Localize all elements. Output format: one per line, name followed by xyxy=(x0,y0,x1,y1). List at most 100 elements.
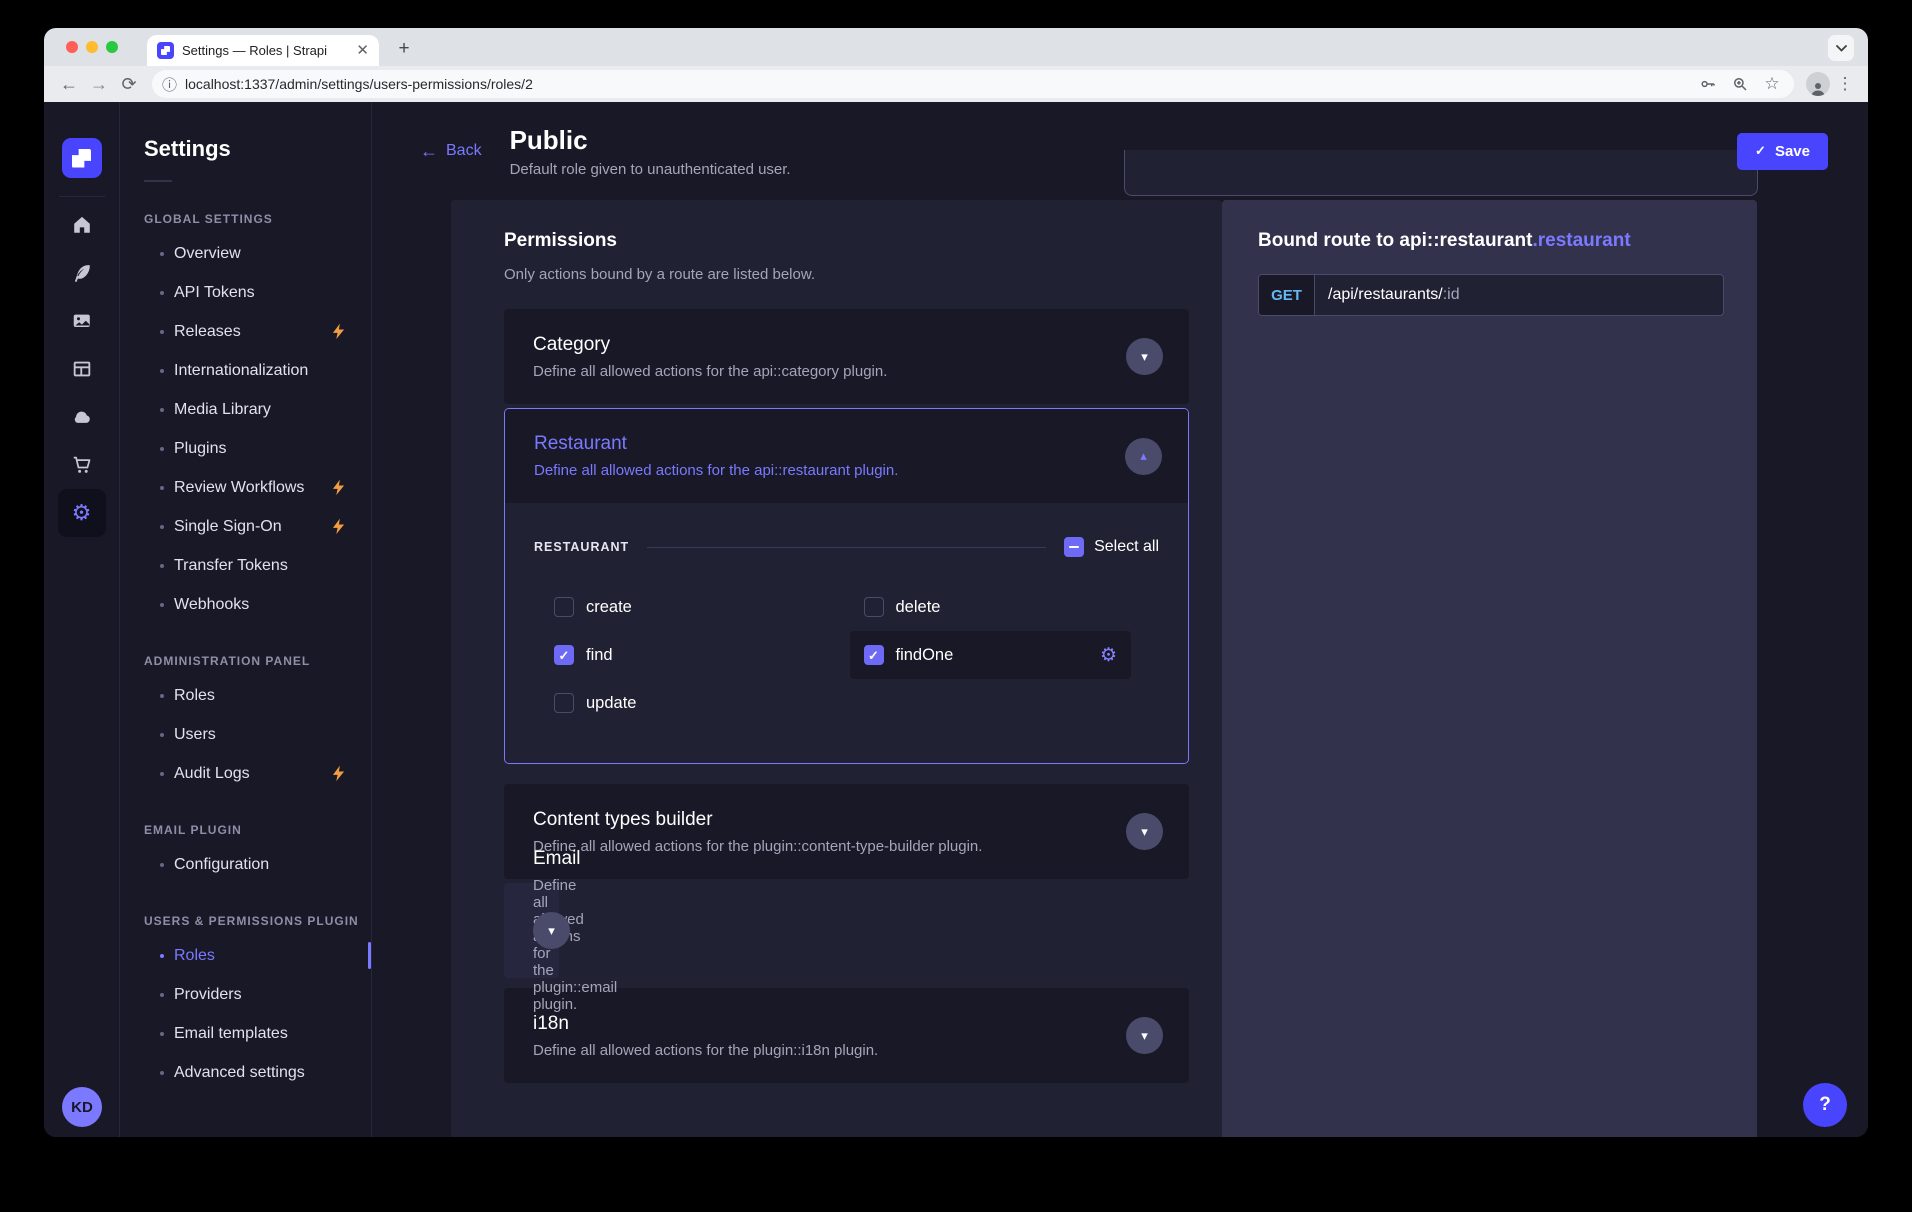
content-columns: Permissions Only actions bound by a rout… xyxy=(372,200,1868,1137)
accordion-description: Define all allowed actions for the plugi… xyxy=(533,1042,1126,1059)
permissions-subtitle: Only actions bound by a route are listed… xyxy=(504,266,1189,283)
sidebar-item-providers[interactable]: Providers xyxy=(120,975,371,1014)
sidebar-item-plugins[interactable]: Plugins xyxy=(120,429,371,468)
sidebar-item-audit-logs[interactable]: Audit Logs xyxy=(120,754,371,793)
sidebar-item-label: Advanced settings xyxy=(174,1064,305,1082)
accordion-content-types-builder[interactable]: Content types builderDefine all allowed … xyxy=(504,784,1189,879)
sidebar-item-label: Roles xyxy=(174,687,215,705)
page-title: Public xyxy=(510,125,791,156)
expand-chevron-down-icon[interactable]: ▾ xyxy=(533,912,570,949)
checkbox-findone[interactable]: ✓ xyxy=(864,645,884,665)
sidebar-item-webhooks[interactable]: Webhooks xyxy=(120,585,371,624)
section-label-global-settings: GLOBAL SETTINGS xyxy=(120,212,371,226)
back-nav-icon[interactable]: ← xyxy=(56,71,82,97)
accordion-email[interactable]: EmailDefine all allowed actions for the … xyxy=(504,883,559,978)
sidebar-item-roles[interactable]: Roles xyxy=(120,676,371,715)
bullet-dot-icon xyxy=(160,1032,164,1036)
help-button[interactable]: ? xyxy=(1803,1083,1847,1127)
expand-chevron-down-icon[interactable]: ▾ xyxy=(1126,813,1163,850)
route-path-text: /api/restaurants/ xyxy=(1328,286,1443,304)
close-window-button[interactable] xyxy=(66,41,78,53)
sidebar-item-label: Roles xyxy=(174,947,215,965)
sidebar-item-advanced-settings[interactable]: Advanced settings xyxy=(120,1053,371,1092)
password-key-icon[interactable] xyxy=(1696,75,1720,93)
reload-icon[interactable]: ⟳ xyxy=(116,71,142,97)
sidebar-item-label: Users xyxy=(174,726,216,744)
expand-chevron-down-icon[interactable]: ▾ xyxy=(1126,338,1163,375)
strapi-logo[interactable] xyxy=(62,138,102,178)
accordion-header[interactable]: RestaurantDefine all allowed actions for… xyxy=(505,409,1188,503)
sidebar-item-overview[interactable]: Overview xyxy=(120,234,371,273)
bookmark-star-icon[interactable]: ☆ xyxy=(1760,74,1784,94)
permission-section-row: RESTAURANTSelect all xyxy=(534,537,1159,557)
sidebar-item-label: Media Library xyxy=(174,401,271,419)
minimize-window-button[interactable] xyxy=(86,41,98,53)
tab-title: Settings — Roles | Strapi xyxy=(182,43,348,58)
sidebar-item-label: Providers xyxy=(174,986,242,1004)
sidebar-item-label: Internationalization xyxy=(174,362,308,380)
sidebar-item-label: Transfer Tokens xyxy=(174,557,288,575)
back-arrow-icon: ← xyxy=(420,142,438,160)
sidebar-item-users[interactable]: Users xyxy=(120,715,371,754)
sidebar-item-single-sign-on[interactable]: Single Sign-On xyxy=(120,507,371,546)
content-type-builder-icon[interactable] xyxy=(58,345,106,393)
indeterminate-dash-icon xyxy=(1069,546,1079,548)
user-avatar[interactable]: KD xyxy=(62,1087,102,1127)
sidebar-item-internationalization[interactable]: Internationalization xyxy=(120,351,371,390)
marketplace-cart-icon[interactable] xyxy=(58,441,106,489)
browser-window: Settings — Roles | Strapi ✕ + ← → ⟳ ⓘ lo… xyxy=(44,28,1868,1137)
sidebar-item-releases[interactable]: Releases xyxy=(120,312,371,351)
zoom-window-button[interactable] xyxy=(106,41,118,53)
zoom-in-icon[interactable] xyxy=(1728,75,1752,93)
checkbox-find[interactable]: ✓ xyxy=(554,645,574,665)
sidebar-item-label: Overview xyxy=(174,245,241,263)
site-info-icon[interactable]: ⓘ xyxy=(162,74,177,95)
checkbox-update[interactable] xyxy=(554,693,574,713)
section-label-email-plugin: EMAIL PLUGIN xyxy=(120,823,371,837)
settings-gear-icon[interactable]: ⚙ xyxy=(58,489,106,537)
deploy-cloud-icon[interactable] xyxy=(58,393,106,441)
sidebar-item-label: Webhooks xyxy=(174,596,249,614)
browser-tab[interactable]: Settings — Roles | Strapi ✕ xyxy=(147,35,379,66)
bullet-dot-icon xyxy=(160,408,164,412)
bullet-dot-icon xyxy=(160,525,164,529)
strapi-favicon-icon xyxy=(157,42,174,59)
new-tab-button[interactable]: + xyxy=(392,37,416,61)
tab-close-icon[interactable]: ✕ xyxy=(356,43,369,58)
sidebar-item-media-library[interactable]: Media Library xyxy=(120,390,371,429)
action-settings-gear-icon[interactable]: ⚙ xyxy=(1100,646,1117,665)
bullet-dot-icon xyxy=(160,564,164,568)
forward-nav-icon[interactable]: → xyxy=(86,71,112,97)
accordion-restaurant-expanded: RestaurantDefine all allowed actions for… xyxy=(504,408,1189,764)
home-icon[interactable] xyxy=(58,201,106,249)
actions-grid: createdelete✓find✓findOne⚙update xyxy=(534,583,1159,727)
url-text[interactable]: localhost:1337/admin/settings/users-perm… xyxy=(185,76,1688,92)
bullet-dot-icon xyxy=(160,447,164,451)
divider-line xyxy=(647,547,1046,548)
sidebar-item-api-tokens[interactable]: API Tokens xyxy=(120,273,371,312)
sidebar-item-configuration[interactable]: Configuration xyxy=(120,845,371,884)
accordion-i18n[interactable]: i18nDefine all allowed actions for the p… xyxy=(504,988,1189,1083)
collapse-chevron-up-icon[interactable]: ▴ xyxy=(1125,438,1162,475)
browser-toolbar: ← → ⟳ ⓘ localhost:1337/admin/settings/us… xyxy=(44,66,1868,102)
sidebar-item-transfer-tokens[interactable]: Transfer Tokens xyxy=(120,546,371,585)
address-bar[interactable]: ⓘ localhost:1337/admin/settings/users-pe… xyxy=(152,70,1794,98)
checkbox-delete[interactable] xyxy=(864,597,884,617)
browser-menu-icon[interactable]: ⋮ xyxy=(1834,74,1856,94)
checkbox-create[interactable] xyxy=(554,597,574,617)
save-button[interactable]: ✓ Save xyxy=(1737,133,1828,170)
bullet-dot-icon xyxy=(160,694,164,698)
expand-chevron-down-icon[interactable]: ▾ xyxy=(1126,1017,1163,1054)
accordion-category[interactable]: CategoryDefine all allowed actions for t… xyxy=(504,309,1189,404)
sidebar-item-label: Configuration xyxy=(174,856,269,874)
sidebar-item-email-templates[interactable]: Email templates xyxy=(120,1014,371,1053)
content-manager-icon[interactable] xyxy=(58,249,106,297)
tab-search-chevron-icon[interactable] xyxy=(1828,35,1854,61)
sidebar-item-roles[interactable]: Roles xyxy=(120,936,371,975)
select-all-checkbox[interactable] xyxy=(1064,537,1084,557)
sidebar-item-review-workflows[interactable]: Review Workflows xyxy=(120,468,371,507)
back-link[interactable]: ← Back xyxy=(420,142,482,160)
sidebar-title-divider xyxy=(144,180,172,182)
media-library-icon[interactable] xyxy=(58,297,106,345)
browser-profile-avatar[interactable] xyxy=(1806,72,1830,96)
